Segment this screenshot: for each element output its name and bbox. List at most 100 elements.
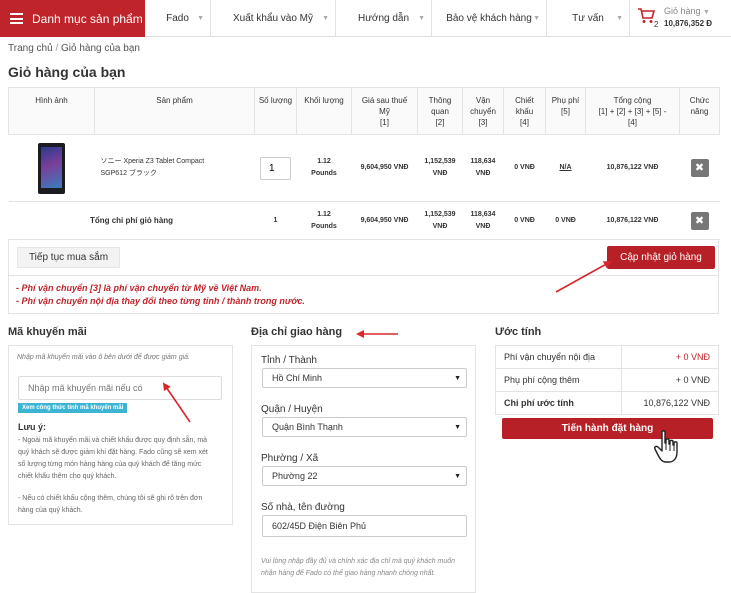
estimate-row: Phí vận chuyển nội địa + 0 VNĐ [495, 345, 720, 369]
customs-cell: 1,152,539 VNĐ [417, 134, 463, 202]
ward-select[interactable]: Phường 22 ▼ [262, 466, 467, 486]
col-fee: Phụ phí [5] [545, 87, 586, 135]
shipping-cell: 118,634 VNĐ [462, 134, 504, 202]
select-arrow-icon: ▼ [454, 424, 461, 431]
weight-cell: 1.12 Pounds [296, 134, 352, 202]
qty-cell [254, 134, 297, 202]
shipping-notes: - Phí vận chuyển [3] là phí vận chuyển t… [8, 276, 719, 314]
col-qty: Số lượng [254, 87, 297, 135]
promo-hint: Nhập mã khuyến mãi vào ô bên dưới để đượ… [17, 354, 190, 361]
total-price: 9,604,950 VNĐ [351, 201, 418, 240]
estimate-value: + 0 VNĐ [620, 368, 720, 392]
category-menu-button[interactable]: Danh mục sản phẩm [0, 0, 145, 37]
street-label: Số nhà, tên đường [261, 502, 345, 513]
function-cell: ✖ [679, 134, 720, 202]
total-cell: 10,876,122 VNĐ [585, 134, 680, 202]
cart-table: Hình ảnh Sản phẩm Số lượng Khối lượng Gi… [8, 87, 720, 240]
product-name[interactable]: ソニー Xperia Z3 Tablet Compact SGP612 ブラック [94, 134, 255, 202]
clear-cart-button[interactable]: ✖ [690, 211, 709, 230]
promo-note-label: Lưu ý: [18, 422, 47, 432]
total-sum: 10,876,122 VNĐ [585, 201, 680, 240]
price-cell: 9,604,950 VNĐ [351, 134, 418, 202]
col-shipping: Vận chuyển [3] [462, 87, 504, 135]
fee-link[interactable]: N/A [559, 164, 571, 171]
select-arrow-icon: ▼ [454, 375, 461, 382]
caret-down-icon: ▼ [197, 15, 204, 22]
checkout-button[interactable]: Tiến hành đặt hàng [502, 418, 713, 439]
discount-cell: 0 VNĐ [503, 134, 546, 202]
cart-actions: Tiếp tục mua sắm Cập nhật giỏ hàng [8, 239, 719, 276]
promo-note-1: - Ngoài mã khuyến mãi và chiết khấu được… [18, 437, 208, 480]
total-label: Tổng chi phí giỏ hàng [8, 201, 255, 240]
estimate-label: Phí vận chuyển nội địa [495, 345, 622, 369]
total-shipping: 118,634 VNĐ [462, 201, 504, 240]
nav-item-label: Fado [166, 13, 189, 24]
estimate-label: Phụ phí cộng thêm [495, 368, 622, 392]
cart-count: 2 [654, 20, 659, 29]
table-total-row: Tổng chi phí giỏ hàng 1 1.12 Pounds 9,604… [8, 201, 720, 240]
breadcrumb-separator: / [55, 43, 59, 54]
quantity-input[interactable] [260, 156, 291, 180]
estimate-value: 10,876,122 VNĐ [620, 391, 720, 415]
district-select[interactable]: Quận Bình Thạnh ▼ [262, 417, 467, 437]
total-customs: 1,152,539 VNĐ [417, 201, 463, 240]
close-icon: ✖ [694, 162, 705, 174]
hamburger-icon [10, 13, 23, 24]
page-title: Giỏ hàng của bạn [8, 64, 126, 80]
nav-item-export[interactable]: Xuất khẩu vào Mỹ ▼ [211, 0, 336, 37]
nav-item-label: Bảo vệ khách hàng [446, 13, 532, 24]
close-icon: ✖ [694, 214, 705, 227]
promo-formula-link[interactable]: Xem công thức tính mã khuyến mãi [18, 403, 128, 413]
ward-value: Phường 22 [272, 471, 318, 481]
estimate-label: Chi phí ước tính [495, 391, 622, 415]
product-image[interactable] [38, 142, 65, 194]
total-weight: 1.12 Pounds [296, 201, 352, 240]
cart-label: Giỏ hàng ▼ [664, 6, 710, 16]
breadcrumb-current: Giỏ hàng của bạn [61, 43, 140, 54]
breadcrumb-home[interactable]: Trang chủ [8, 43, 53, 54]
category-menu-label: Danh mục sản phẩm [32, 11, 143, 26]
estimate-row: Chi phí ước tính 10,876,122 VNĐ [495, 391, 720, 415]
col-customs: Thông quan [2] [417, 87, 463, 135]
table-row: ソニー Xperia Z3 Tablet Compact SGP612 ブラック … [8, 134, 720, 202]
col-price: Giá sau thuế Mỹ [1] [351, 87, 418, 135]
estimate-table: Phí vận chuyển nội địa + 0 VNĐ Phụ phí c… [495, 345, 720, 415]
caret-down-icon: ▼ [616, 15, 623, 22]
province-select[interactable]: Hồ Chí Minh ▼ [262, 368, 467, 388]
caret-down-icon: ▼ [533, 15, 540, 22]
promo-box: Nhập mã khuyến mãi vào ô bên dưới để đượ… [8, 345, 233, 525]
header-cart[interactable]: 2 Giỏ hàng ▼ 10,876,352 Đ [630, 0, 731, 37]
fee-cell: N/A [545, 134, 586, 202]
promo-title: Mã khuyến mãi [8, 326, 87, 338]
estimate-row: Phụ phí cộng thêm + 0 VNĐ [495, 368, 720, 392]
product-image-cell [8, 134, 95, 202]
nav-item-fado[interactable]: Fado ▼ [145, 0, 211, 37]
total-qty: 1 [254, 201, 297, 240]
nav-item-protection[interactable]: Bảo vệ khách hàng ▼ [432, 0, 547, 37]
nav-item-label: Tư vấn [572, 13, 604, 24]
estimate-value: + 0 VNĐ [620, 345, 720, 369]
estimate-title: Ước tính [495, 326, 542, 338]
address-hint: Vui lòng nhập đầy đủ và chính xác địa ch… [261, 558, 456, 577]
col-total: Tổng cộng [1] + [2] + [3] + [5] - [4] [585, 87, 680, 135]
col-function: Chức năng [679, 87, 720, 135]
continue-shopping-button[interactable]: Tiếp tục mua sắm [17, 247, 120, 268]
col-product: Sản phẩm [94, 87, 255, 135]
update-cart-button[interactable]: Cập nhật giỏ hàng [607, 246, 715, 269]
district-label: Quận / Huyện [261, 404, 323, 415]
delete-item-button[interactable]: ✖ [690, 159, 709, 177]
nav-item-guide[interactable]: Hướng dẫn ▼ [336, 0, 432, 37]
nav-item-label: Hướng dẫn [357, 13, 410, 24]
street-input[interactable]: 602/45D Điện Biên Phủ [262, 515, 467, 537]
breadcrumb: Trang chủ / Giỏ hàng của bạn [8, 43, 140, 54]
ward-label: Phường / Xã [261, 453, 319, 464]
caret-down-icon: ▼ [418, 15, 425, 22]
nav-item-advice[interactable]: Tư vấn ▼ [547, 0, 630, 37]
select-arrow-icon: ▼ [454, 473, 461, 480]
promo-code-input[interactable] [18, 376, 222, 400]
address-title: Địa chỉ giao hàng [251, 326, 343, 338]
province-value: Hồ Chí Minh [272, 373, 323, 383]
note-line: - Phí vận chuyển [3] là phí vận chuyển t… [16, 283, 262, 293]
total-discount: 0 VNĐ [503, 201, 546, 240]
cart-amount: 10,876,352 Đ [664, 19, 713, 28]
